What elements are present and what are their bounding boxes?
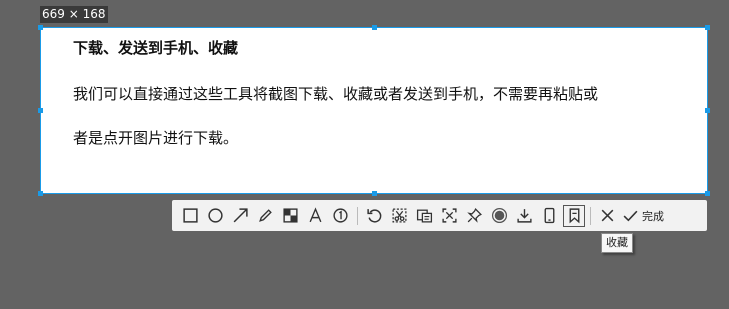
resize-handle-top-left[interactable] bbox=[38, 25, 43, 30]
send-to-phone-button[interactable] bbox=[537, 203, 562, 228]
ellipse-icon bbox=[208, 208, 223, 223]
toolbar-divider bbox=[357, 206, 358, 225]
bookmark-button[interactable] bbox=[563, 204, 585, 227]
scissors-button[interactable] bbox=[387, 203, 412, 228]
pen-icon bbox=[259, 209, 272, 222]
ellipse-tool-button[interactable] bbox=[203, 203, 228, 228]
pin-icon bbox=[467, 208, 482, 223]
screenshot-toolbar: 完成 bbox=[172, 200, 707, 231]
screenshot-scissors-icon bbox=[392, 208, 407, 223]
text-tool-button[interactable] bbox=[303, 203, 328, 228]
cancel-button[interactable] bbox=[595, 203, 620, 228]
arrow-tool-button[interactable] bbox=[228, 203, 253, 228]
arrow-icon bbox=[233, 208, 248, 223]
resize-handle-left[interactable] bbox=[38, 108, 43, 113]
ocr-icon bbox=[416, 209, 433, 223]
pen-tool-button[interactable] bbox=[253, 203, 278, 228]
pin-button[interactable] bbox=[462, 203, 487, 228]
undo-icon bbox=[367, 209, 382, 223]
number-marker-icon bbox=[333, 208, 348, 223]
selection-size-badge: 669 × 168 bbox=[40, 6, 108, 23]
record-icon bbox=[491, 207, 508, 224]
download-button[interactable] bbox=[512, 203, 537, 228]
bookmark-icon bbox=[569, 208, 579, 224]
download-icon bbox=[517, 209, 532, 223]
resize-handle-bottom[interactable] bbox=[372, 191, 377, 196]
resize-handle-right[interactable] bbox=[705, 108, 710, 113]
resize-handle-bottom-left[interactable] bbox=[38, 191, 43, 196]
close-icon bbox=[601, 209, 614, 222]
mosaic-icon bbox=[283, 208, 298, 223]
scan-code-icon bbox=[442, 208, 457, 223]
send-to-phone-icon bbox=[544, 207, 555, 224]
resize-handle-bottom-right[interactable] bbox=[705, 191, 710, 196]
done-button[interactable]: 完成 bbox=[622, 207, 664, 224]
document-paragraph-line: 我们可以直接通过这些工具将截图下载、收藏或者发送到手机，不需要再粘贴或 bbox=[73, 85, 599, 103]
resize-handle-top-right[interactable] bbox=[705, 25, 710, 30]
toolbar-divider bbox=[590, 206, 591, 225]
undo-button[interactable] bbox=[362, 203, 387, 228]
resize-handle-top[interactable] bbox=[372, 25, 377, 30]
number-marker-tool-button[interactable] bbox=[328, 203, 353, 228]
mosaic-tool-button[interactable] bbox=[278, 203, 303, 228]
tooltip: 收藏 bbox=[601, 233, 633, 253]
record-button[interactable] bbox=[487, 203, 512, 228]
rectangle-tool-button[interactable] bbox=[178, 203, 203, 228]
done-button-label: 完成 bbox=[642, 209, 664, 223]
ocr-button[interactable] bbox=[412, 203, 437, 228]
document-paragraph-line: 者是点开图片进行下载。 bbox=[73, 129, 239, 147]
scan-code-button[interactable] bbox=[437, 203, 462, 228]
check-icon bbox=[623, 210, 638, 222]
document-title: 下载、发送到手机、收藏 bbox=[73, 39, 239, 57]
rectangle-icon bbox=[183, 208, 198, 223]
capture-selection-area[interactable]: 下载、发送到手机、收藏 我们可以直接通过这些工具将截图下载、收藏或者发送到手机，… bbox=[38, 25, 710, 196]
text-icon bbox=[309, 207, 322, 223]
